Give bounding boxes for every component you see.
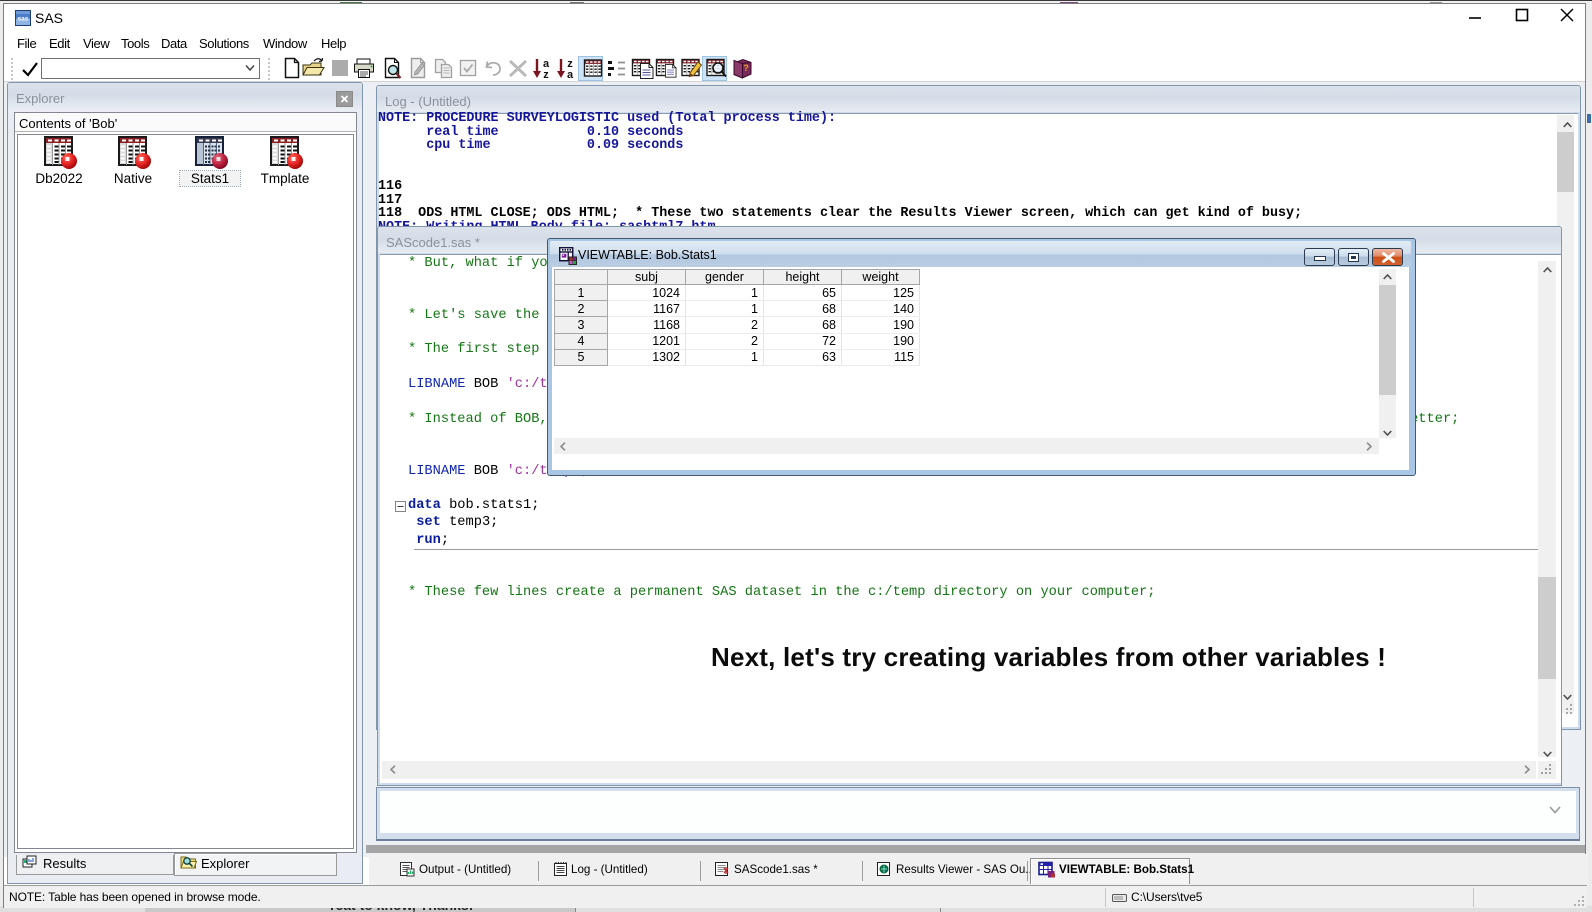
- svg-text:?: ?: [743, 63, 749, 73]
- svg-text:a: a: [567, 69, 574, 81]
- svg-text:sas: sas: [18, 16, 29, 23]
- svg-text:z: z: [543, 69, 549, 81]
